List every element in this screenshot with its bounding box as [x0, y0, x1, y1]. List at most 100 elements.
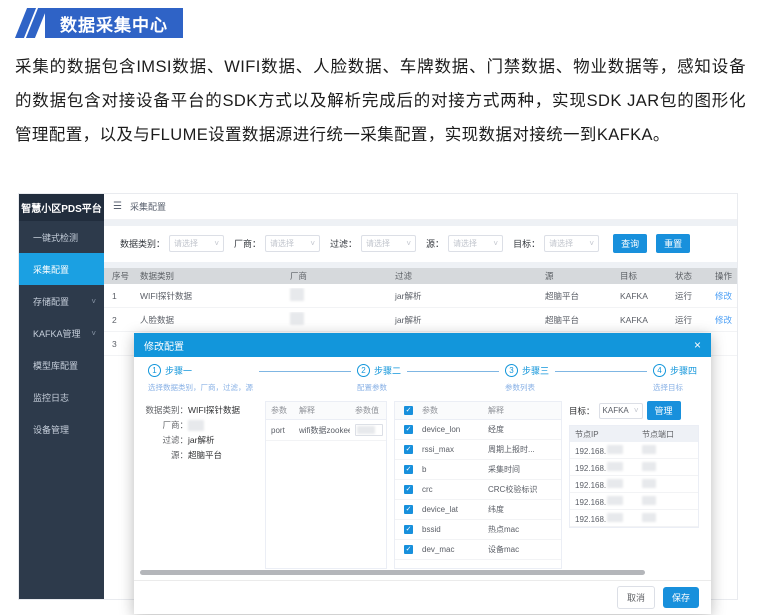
- target-panel: 目标： KAFKA ˅ 管理 节点IP 节点端口 192.168.: [569, 401, 699, 569]
- param-desc: 纬度: [483, 504, 555, 515]
- cell-source: 超脑平台: [537, 314, 612, 326]
- col-seq: 序号: [104, 270, 132, 282]
- row-checkbox[interactable]: ✓: [395, 505, 417, 514]
- node-port-redacted: [638, 496, 690, 507]
- cell-source: 超脑平台: [537, 290, 612, 302]
- checklist-row: ✓ rssi_max 周期上报时...: [395, 440, 561, 460]
- col-node-ip: 节点IP: [570, 429, 638, 440]
- sidebar-item-storage-config[interactable]: 存储配置 ˅: [19, 285, 104, 317]
- checklist-row: ✓ device_lon 经度: [395, 420, 561, 440]
- chevron-down-icon: ˅: [91, 329, 96, 338]
- row-checkbox[interactable]: ✓: [395, 465, 417, 474]
- checklist-row: ✓ b 采集时间: [395, 460, 561, 480]
- edit-link[interactable]: 修改: [707, 314, 737, 326]
- node-row: 192.168.: [570, 459, 698, 476]
- table-header-row: 序号 数据类别 厂商 过滤 源 目标 状态 操作: [104, 268, 737, 284]
- params-panel: 参数 解释 参数值 port wifi数据zookee...: [265, 401, 387, 569]
- node-ip: 192.168.: [570, 496, 638, 507]
- sidebar-item-device-manage[interactable]: 设备管理: [19, 413, 104, 445]
- summary-row: 数据类别： WIFI探针数据: [142, 403, 258, 418]
- table-row: 2 人脸数据 jar解析 超脑平台 KAFKA 运行 修改: [104, 308, 737, 332]
- intro-paragraph: 采集的数据包含IMSI数据、WIFI数据、人脸数据、车牌数据、门禁数据、物业数据…: [15, 50, 746, 152]
- hamburger-icon[interactable]: ☰: [113, 201, 122, 212]
- sidebar-item-collect-config[interactable]: 采集配置: [19, 253, 104, 285]
- row-checkbox[interactable]: ✓: [395, 425, 417, 434]
- source-select[interactable]: 请选择 ˅: [448, 235, 503, 252]
- step-number: 3: [505, 364, 518, 377]
- param-name: crc: [417, 485, 483, 494]
- node-row: 192.168.: [570, 510, 698, 527]
- select-placeholder: 请选择: [270, 238, 294, 249]
- col-value: 参数值: [350, 405, 384, 416]
- node-ip: 192.168.: [570, 479, 638, 490]
- modal-title: 修改配置: [144, 338, 184, 353]
- check-icon: ✓: [404, 505, 413, 514]
- app-screenshot: 智慧小区PDS平台 一键式检测 采集配置 存储配置 ˅ KAFKA管理 ˅ 模型…: [18, 193, 738, 600]
- param-name: b: [417, 465, 483, 474]
- close-icon[interactable]: ×: [694, 339, 701, 351]
- step-subtitle: 配置参数: [357, 382, 401, 393]
- cell-seq: 2: [104, 315, 132, 325]
- check-icon: ✓: [404, 545, 413, 554]
- chevron-down-icon: ˅: [214, 239, 219, 248]
- param-desc: 热点mac: [483, 524, 555, 535]
- step-2: 2 步骤二 配置参数: [357, 364, 401, 393]
- horizontal-scrollbar[interactable]: [140, 570, 645, 575]
- tab-collect-config[interactable]: 采集配置: [130, 200, 166, 213]
- col-param: 参数: [417, 405, 483, 416]
- edit-link[interactable]: 修改: [707, 290, 737, 302]
- row-checkbox[interactable]: ✓: [395, 485, 417, 494]
- col-source: 源: [537, 270, 612, 282]
- select-placeholder: 请选择: [174, 238, 198, 249]
- modal-header: 修改配置 ×: [134, 333, 711, 357]
- target-kafka-select[interactable]: KAFKA ˅: [599, 403, 643, 419]
- filter-select[interactable]: 请选择 ˅: [361, 235, 416, 252]
- node-row: 192.168.: [570, 476, 698, 493]
- param-value-field[interactable]: [350, 424, 384, 436]
- sidebar-item-one-click-detect[interactable]: 一键式检测: [19, 221, 104, 253]
- step-label: 步骤一: [165, 364, 192, 377]
- sidebar-item-label: 设备管理: [33, 423, 69, 436]
- save-button[interactable]: 保存: [663, 587, 699, 608]
- cell-target: KAFKA: [612, 291, 667, 301]
- step-subtitle: 参数列表: [505, 382, 549, 393]
- summary-label: 数据类别：: [142, 403, 188, 418]
- page-title: 数据采集中心: [45, 8, 183, 38]
- sidebar-item-kafka-manage[interactable]: KAFKA管理 ˅: [19, 317, 104, 349]
- cell-filter: jar解析: [387, 290, 537, 302]
- check-icon: ✓: [404, 485, 413, 494]
- summary-row: 厂商：: [142, 418, 258, 433]
- vendor-select[interactable]: 请选择 ˅: [265, 235, 320, 252]
- sidebar-item-label: 存储配置: [33, 295, 69, 308]
- reset-button[interactable]: 重置: [656, 234, 690, 253]
- filter-label-filter: 过滤：: [330, 237, 357, 250]
- row-checkbox[interactable]: ✓: [395, 445, 417, 454]
- params-header-row: 参数 解释 参数值: [266, 402, 386, 420]
- summary-row: 过滤： jar解析: [142, 433, 258, 448]
- manage-button[interactable]: 管理: [647, 401, 681, 420]
- row-checkbox[interactable]: ✓: [395, 545, 417, 554]
- search-button[interactable]: 查询: [613, 234, 647, 253]
- cancel-button[interactable]: 取消: [617, 586, 655, 609]
- sidebar-item-monitor-log[interactable]: 监控日志: [19, 381, 104, 413]
- select-all-checkbox[interactable]: ✓: [395, 406, 417, 415]
- summary-row: 源： 超脑平台: [142, 448, 258, 463]
- steps-bar: 1 步骤一 选择数据类别，厂商，过滤，源 2 步骤二 配置参数 3 步骤三 参: [134, 357, 711, 395]
- row-checkbox[interactable]: ✓: [395, 525, 417, 534]
- filter-label-source: 源：: [426, 237, 444, 250]
- sidebar-item-model-config[interactable]: 模型库配置: [19, 349, 104, 381]
- checklist-row: ✓ dev_mac 设备mac: [395, 540, 561, 560]
- node-port-redacted: [638, 462, 690, 473]
- check-icon: ✓: [404, 425, 413, 434]
- sidebar-item-label: 监控日志: [33, 391, 69, 404]
- col-status: 状态: [667, 270, 707, 282]
- col-param: 参数: [266, 405, 294, 416]
- step-connector: [259, 371, 351, 372]
- filter-label-target: 目标：: [513, 237, 540, 250]
- summary-label: 厂商：: [142, 418, 188, 433]
- data-type-select[interactable]: 请选择 ˅: [169, 235, 224, 252]
- param-name: dev_mac: [417, 545, 483, 554]
- node-table: 节点IP 节点端口 192.168. 192.168. 192.168.: [569, 425, 699, 528]
- target-select[interactable]: 请选择 ˅: [544, 235, 599, 252]
- node-ip: 192.168.: [570, 445, 638, 456]
